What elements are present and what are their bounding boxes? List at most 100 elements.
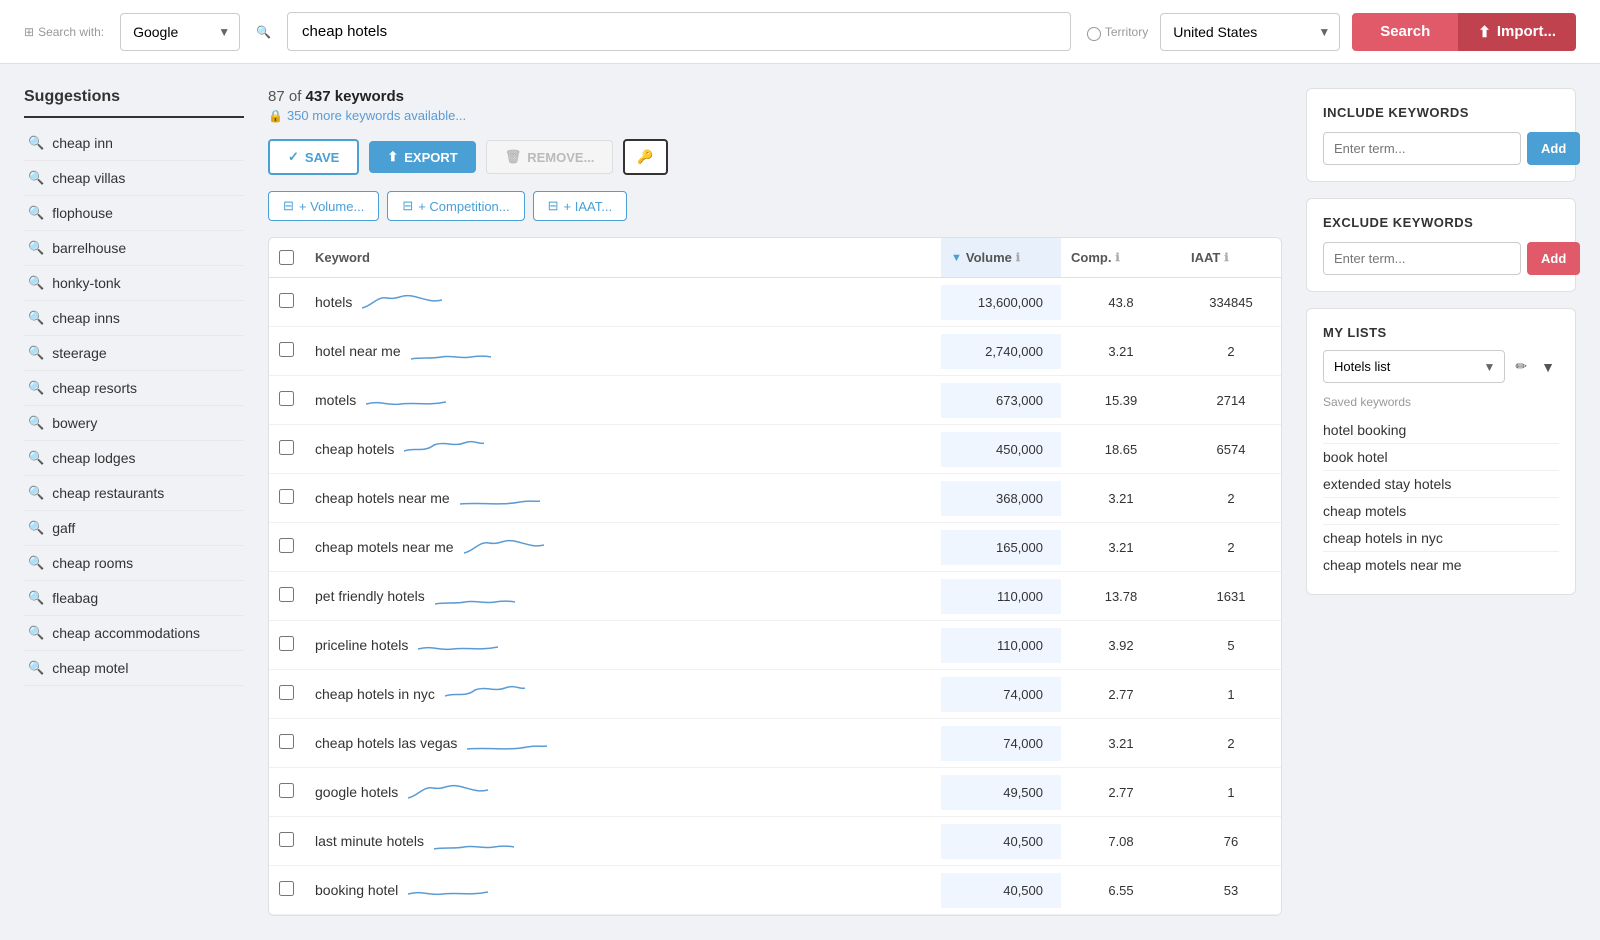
row-checkbox[interactable] — [279, 293, 294, 308]
list-select[interactable]: Hotels list — [1323, 350, 1505, 383]
row-checkbox[interactable] — [279, 685, 294, 700]
saved-keyword-item[interactable]: cheap motels near me — [1323, 552, 1559, 578]
row-comp: 7.08 — [1061, 824, 1181, 859]
edit-list-button[interactable]: ✏ — [1511, 354, 1531, 379]
save-button[interactable]: ✓ SAVE — [268, 139, 359, 175]
saved-keyword-item[interactable]: book hotel — [1323, 444, 1559, 471]
row-checkbox-cell — [269, 724, 305, 762]
row-checkbox-cell — [269, 528, 305, 566]
include-term-input[interactable] — [1323, 132, 1521, 165]
saved-keywords-label: Saved keywords — [1323, 395, 1559, 409]
iaat-filter-button[interactable]: ⊟ + IAAT... — [533, 191, 627, 221]
row-iaat: 334845 — [1181, 285, 1281, 320]
saved-keyword-item[interactable]: cheap motels — [1323, 498, 1559, 525]
keyword-input[interactable] — [287, 12, 1071, 51]
suggestion-item[interactable]: 🔍 cheap rooms — [24, 546, 244, 581]
exclude-keywords-title: EXCLUDE KEYWORDS — [1323, 215, 1559, 230]
saved-keyword-item[interactable]: hotel booking — [1323, 417, 1559, 444]
volume-filter-button[interactable]: ⊟ + Volume... — [268, 191, 379, 221]
suggestion-label: cheap restaurants — [52, 485, 164, 501]
suggestion-item[interactable]: 🔍 flophouse — [24, 196, 244, 231]
filter-icon-comp: ⊟ — [402, 198, 413, 214]
engine-select[interactable]: Google Bing Yahoo — [120, 13, 240, 51]
row-volume: 110,000 — [941, 628, 1061, 663]
exclude-add-button[interactable]: Add — [1527, 242, 1580, 275]
suggestion-item[interactable]: 🔍cheap restaurants — [24, 476, 244, 511]
row-keyword: motels — [305, 376, 941, 424]
table-body: hotels13,600,00043.8334845hotel near me2… — [269, 278, 1281, 915]
suggestion-search-icon: 🔍 — [28, 555, 44, 571]
suggestion-label: bowery — [52, 415, 97, 431]
suggestion-label: cheap rooms — [52, 555, 133, 571]
suggestion-item[interactable]: 🔍cheap accommodations — [24, 616, 244, 651]
suggestions-divider — [24, 116, 244, 118]
row-checkbox[interactable] — [279, 832, 294, 847]
list-select-wrap: Hotels list ▼ — [1323, 350, 1505, 383]
row-comp: 2.77 — [1061, 677, 1181, 712]
saved-keyword-item[interactable]: cheap hotels in nyc — [1323, 525, 1559, 552]
suggestion-item[interactable]: 🔍cheap lodges — [24, 441, 244, 476]
suggestion-item[interactable]: 🔍cheap resorts — [24, 371, 244, 406]
row-checkbox[interactable] — [279, 636, 294, 651]
search-button[interactable]: Search — [1352, 13, 1458, 51]
suggestion-item[interactable]: 🔍cheap motel — [24, 651, 244, 686]
suggestion-item[interactable]: 🔍barrelhouse — [24, 231, 244, 266]
row-comp: 3.21 — [1061, 481, 1181, 516]
keyword-label-icon: 🔍 — [256, 25, 271, 39]
row-checkbox[interactable] — [279, 538, 294, 553]
suggestion-label: flophouse — [52, 205, 113, 221]
suggestion-item[interactable]: 🔍honky-tonk — [24, 266, 244, 301]
competition-filter-button[interactable]: ⊟ + Competition... — [387, 191, 524, 221]
key-button[interactable]: 🔑 — [623, 139, 667, 175]
row-iaat: 5 — [1181, 628, 1281, 663]
suggestion-item[interactable]: 🔍fleabag — [24, 581, 244, 616]
row-comp: 13.78 — [1061, 579, 1181, 614]
expand-list-button[interactable]: ▼ — [1537, 355, 1559, 379]
exclude-term-input[interactable] — [1323, 242, 1521, 275]
keywords-label: keywords — [335, 88, 404, 105]
suggestion-item[interactable]: 🔍cheap inns — [24, 301, 244, 336]
volume-info-icon: ℹ — [1016, 251, 1020, 264]
suggestion-item[interactable]: 🔍steerage — [24, 336, 244, 371]
row-iaat: 2 — [1181, 726, 1281, 761]
suggestion-label: cheap motel — [52, 660, 128, 676]
territory-select[interactable]: United States United Kingdom Canada Aust… — [1160, 13, 1340, 51]
export-button[interactable]: ⬆ EXPORT — [369, 141, 475, 173]
suggestions-title: Suggestions — [24, 88, 244, 106]
include-add-button[interactable]: Add — [1527, 132, 1580, 165]
row-checkbox[interactable] — [279, 587, 294, 602]
sparkline — [366, 386, 446, 414]
row-keyword: last minute hotels — [305, 817, 941, 865]
include-keywords-title: INCLUDE KEYWORDS — [1323, 105, 1559, 120]
row-keyword: google hotels — [305, 768, 941, 816]
suggestion-search-icon: 🔍 — [28, 380, 44, 396]
territory-label: Territory — [1087, 25, 1148, 39]
row-iaat: 2 — [1181, 334, 1281, 369]
suggestion-item[interactable]: 🔍gaff — [24, 511, 244, 546]
include-keywords-section: INCLUDE KEYWORDS Add — [1306, 88, 1576, 182]
row-checkbox[interactable] — [279, 440, 294, 455]
suggestion-item[interactable]: 🔍bowery — [24, 406, 244, 441]
suggestion-search-icon: 🔍 — [28, 205, 44, 221]
sparkline — [418, 631, 498, 659]
row-checkbox[interactable] — [279, 881, 294, 896]
row-iaat: 2714 — [1181, 383, 1281, 418]
row-checkbox[interactable] — [279, 391, 294, 406]
suggestion-item[interactable]: 🔍cheap villas — [24, 161, 244, 196]
row-checkbox[interactable] — [279, 783, 294, 798]
saved-keyword-item[interactable]: extended stay hotels — [1323, 471, 1559, 498]
iaat-info-icon: ℹ — [1224, 251, 1228, 264]
row-checkbox[interactable] — [279, 489, 294, 504]
search-with-label: ⊞ Search with: — [24, 25, 104, 39]
suggestions-panel: Suggestions 🔍cheap inn🔍cheap villas 🔍 flop… — [24, 88, 244, 916]
remove-button[interactable]: 🗑 REMOVE... — [486, 140, 614, 174]
import-button[interactable]: ⬆ Import... — [1458, 13, 1576, 51]
more-keywords-link[interactable]: 350 more keywords available... — [287, 108, 466, 123]
suggestion-search-icon: 🔍 — [28, 345, 44, 361]
th-volume[interactable]: ▼ Volume ℹ — [941, 238, 1061, 277]
suggestion-item[interactable]: 🔍cheap inn — [24, 126, 244, 161]
select-all-checkbox[interactable] — [279, 250, 294, 265]
row-checkbox[interactable] — [279, 734, 294, 749]
row-keyword: hotels — [305, 278, 941, 326]
row-checkbox[interactable] — [279, 342, 294, 357]
